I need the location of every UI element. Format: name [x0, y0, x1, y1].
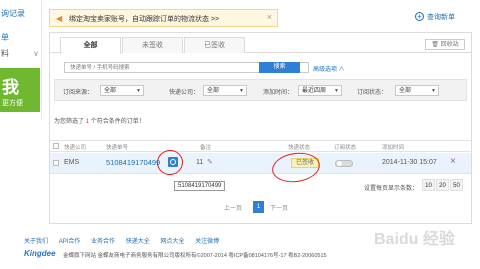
- added-time-select-value: 最近四周: [302, 88, 327, 94]
- col-status: 快递状态: [288, 145, 311, 151]
- courier-select[interactable]: 全部 ▼: [203, 85, 247, 96]
- taobao-bind-notice: ◀ 绑定淘宝卖家账号，自动跟踪订单的物流状态 >> ×: [49, 9, 278, 27]
- caret-down-icon: ▼: [136, 88, 141, 94]
- sidebar-item-query-history[interactable]: 询记录: [0, 6, 42, 22]
- footer-bottom: Kingdee 金蝶旗下网站 金蝶友商电子商务服务有限公司版权所有©2007-2…: [24, 249, 480, 261]
- footer-link-about[interactable]: 关于我们: [24, 239, 48, 245]
- filter-label-added-time: 添加时间：: [263, 90, 294, 96]
- footer-links: 关于我们 API合作 业务合作 快递大全 网点大全 关注微博: [24, 236, 228, 245]
- page-size-label: 设置每页显示条数：: [364, 186, 419, 192]
- col-note: 备注: [200, 145, 212, 151]
- table-header: 快递公司 快递单号 备注 快递状态 订阅状态 添加时间: [50, 140, 471, 152]
- megaphone-icon: ◀: [56, 14, 63, 23]
- col-tracking: 快递单号: [106, 145, 129, 151]
- recycle-bin-button[interactable]: 🗑 回收站: [425, 39, 465, 50]
- filter-bar: 订阅来源： 全部 ▼ 快递公司： 全部 ▼ 添加时间： 最近四周 ▼ 订阅状态：…: [54, 79, 467, 101]
- footer-link-outlets[interactable]: 网点大全: [160, 239, 184, 245]
- baidu-watermark: Baidu 经验: [374, 231, 455, 248]
- row-checkbox[interactable]: [53, 160, 59, 166]
- subscription-select[interactable]: 全部 ▼: [395, 85, 439, 96]
- col-added-time: 添加时间: [382, 145, 405, 151]
- row-tracking-number[interactable]: 5108419170499: [106, 158, 160, 167]
- pencil-icon[interactable]: ✎: [207, 158, 213, 166]
- result-count: 1: [85, 119, 90, 125]
- footer-link-weibo[interactable]: 关注微博: [195, 239, 219, 245]
- tracking-tooltip: 5108419170499: [174, 181, 226, 191]
- result-prefix: 为您筛选了: [54, 119, 85, 125]
- row-courier: EMS: [64, 159, 80, 166]
- footer-link-couriers[interactable]: 快递大全: [126, 239, 150, 245]
- courier-select-value: 全部: [207, 88, 220, 94]
- result-summary: 为您筛选了 1 个符合条件的订单！: [54, 116, 145, 125]
- close-icon[interactable]: ×: [267, 12, 272, 22]
- source-select[interactable]: 全部 ▼: [100, 85, 144, 96]
- advanced-options-toggle[interactable]: 高级选项 ∧: [313, 64, 345, 73]
- promo-banner[interactable]: 我 更方便: [0, 68, 40, 112]
- current-page[interactable]: 1: [253, 201, 264, 213]
- search-button[interactable]: 搜索: [259, 62, 300, 73]
- filter-label-subscription: 订阅状态：: [357, 90, 388, 96]
- banner-subtitle: 更方便: [2, 100, 23, 107]
- select-all-checkbox[interactable]: [53, 143, 59, 149]
- sidebar-item-profile[interactable]: 料 ∨: [0, 46, 42, 62]
- source-select-value: 全部: [104, 88, 117, 94]
- tab-unsigned[interactable]: 未签收: [122, 37, 183, 53]
- orders-panel: 全部 未签收 已签收 🗑 回收站 快递单号 / 手机号码搜索 搜索 高级选项 ∧…: [49, 32, 472, 224]
- delete-icon[interactable]: ×: [450, 156, 456, 167]
- notice-message[interactable]: 绑定淘宝卖家账号，自动跟踪订单的物流状态 >>: [69, 14, 219, 24]
- filter-label-courier: 快递公司：: [169, 90, 200, 96]
- row-note: 11: [196, 159, 204, 166]
- copyright-text: 金蝶旗下网站 金蝶友商电子商务服务有限公司版权所有©2007-2014 粤ICP…: [63, 253, 327, 259]
- col-subscription: 订阅状态: [334, 145, 357, 151]
- status-tabs: 全部 未签收 已签收 🗑 回收站: [50, 33, 471, 54]
- filter-label-source: 订阅来源：: [63, 90, 94, 96]
- sidebar-item-label: 料: [1, 49, 9, 58]
- row-added-time: 2014-11-30 15:07: [382, 159, 437, 166]
- caret-down-icon: ▼: [334, 88, 339, 94]
- result-suffix: 个符合条件的订单！: [90, 119, 145, 125]
- page-size-20[interactable]: 20: [436, 179, 449, 191]
- subscription-select-value: 全部: [399, 88, 412, 94]
- prev-page-button[interactable]: 上一页: [224, 203, 242, 212]
- plus-icon: +: [415, 12, 424, 21]
- caret-down-icon: ▼: [239, 88, 244, 94]
- banner-title: 我: [2, 78, 19, 97]
- footer-link-business[interactable]: 业务合作: [91, 239, 115, 245]
- recycle-label: 回收站: [440, 42, 459, 48]
- added-time-select[interactable]: 最近四周 ▼: [298, 85, 342, 96]
- kingdee-logo: Kingdee: [24, 249, 56, 258]
- chevron-down-icon: ∨: [33, 49, 39, 58]
- sidebar-item-orders[interactable]: 单: [0, 30, 42, 46]
- footer-link-api[interactable]: API合作: [59, 239, 81, 245]
- table-row[interactable]: EMS 5108419170499 11 ✎ 已签收 2014-11-30 15…: [50, 153, 471, 174]
- subscription-toggle[interactable]: [335, 160, 353, 167]
- query-new-order-button[interactable]: + 查询新单: [415, 12, 455, 22]
- col-courier: 快递公司: [64, 145, 87, 151]
- left-sidebar: 询记录 单 料 ∨ 我 更方便: [0, 0, 42, 120]
- tab-all[interactable]: 全部: [60, 37, 121, 54]
- page-size-50[interactable]: 50: [450, 179, 463, 191]
- page-size-10[interactable]: 10: [422, 179, 435, 191]
- query-new-label: 查询新单: [427, 14, 455, 21]
- trash-icon: 🗑: [431, 42, 439, 48]
- caret-down-icon: ▼: [431, 88, 436, 94]
- next-page-button[interactable]: 下一页: [270, 203, 288, 212]
- tab-signed[interactable]: 已签收: [184, 37, 245, 53]
